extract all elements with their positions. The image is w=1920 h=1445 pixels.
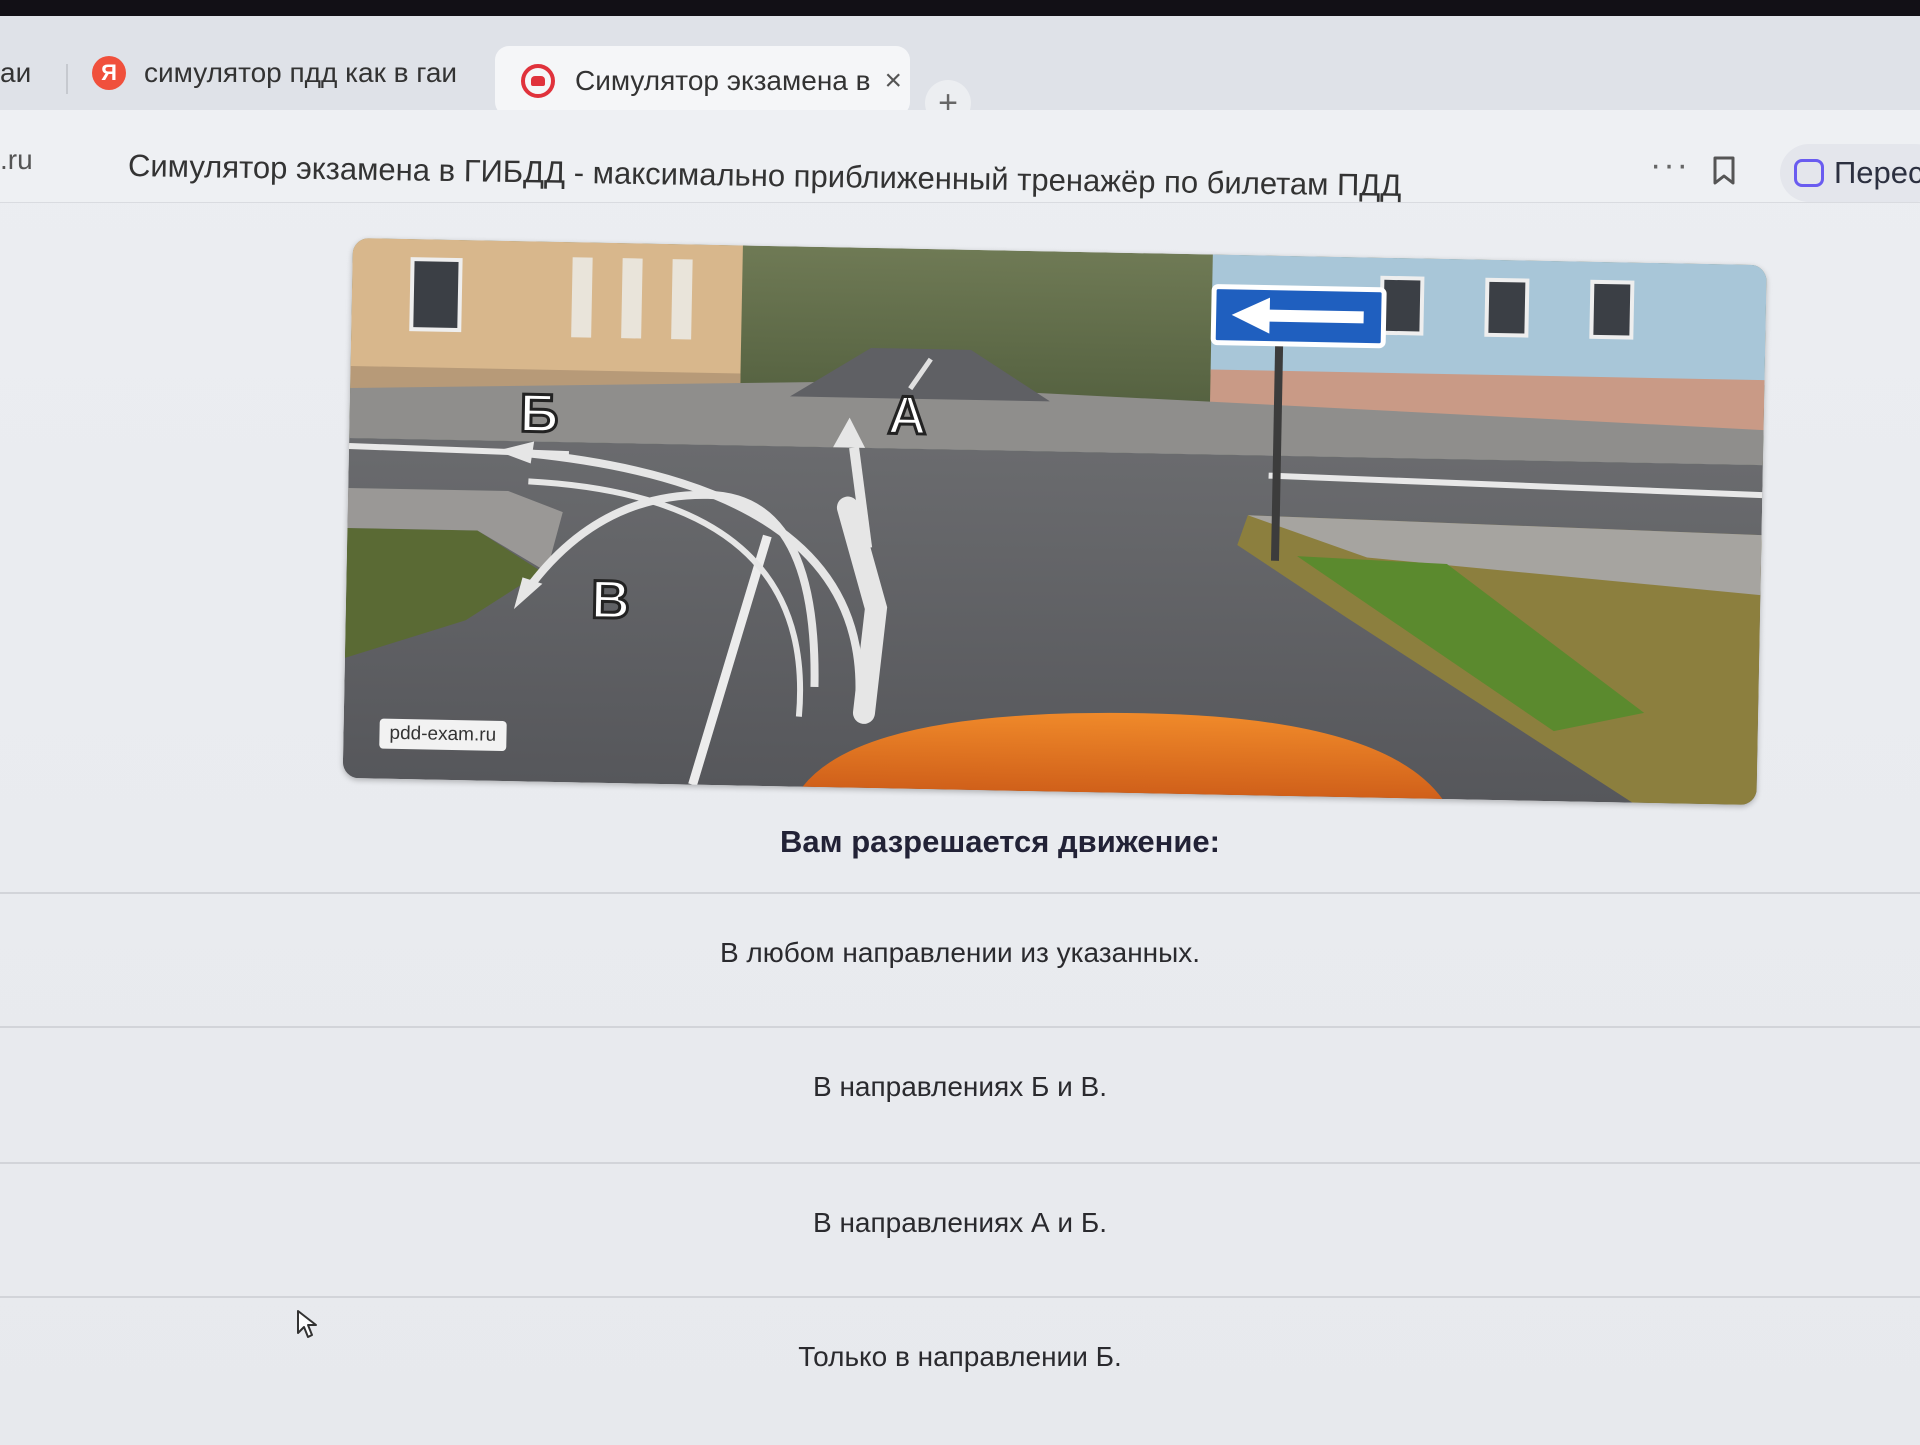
answer-text: В направлениях Б и В. <box>812 1071 1107 1102</box>
translate-label: Перес <box>1834 155 1920 190</box>
address-bar[interactable]: .ru Симулятор экзамена в ГИБДД - максима… <box>0 110 1920 203</box>
question-text: Вам разрешается движение: <box>780 824 1220 859</box>
more-icon[interactable]: ··· <box>1650 146 1690 185</box>
answer-option-4[interactable]: Только в направлении Б. <box>0 1296 1920 1416</box>
tab-active[interactable]: Симулятор экзамена в × <box>495 46 910 116</box>
question-picture: Б А В pdd-exam.ru <box>342 238 1767 806</box>
answer-text: В направлениях А и Б. <box>812 1207 1107 1238</box>
answer-option-3[interactable]: В направлениях А и Б. <box>0 1162 1920 1282</box>
translate-button[interactable]: Перес <box>1780 144 1920 202</box>
car-icon <box>521 64 555 98</box>
screen: аи Я симулятор пдд как в гаи Симулятор э… <box>0 16 1920 1445</box>
label-c: В <box>591 570 631 631</box>
label-b: Б <box>519 383 559 444</box>
tab-partial[interactable]: аи <box>0 38 31 108</box>
tab-label: аи <box>0 57 32 88</box>
label-a: А <box>887 385 927 446</box>
tab-search[interactable]: Я симулятор пдд как в гаи <box>92 38 457 108</box>
watermark: pdd-exam.ru <box>379 718 507 752</box>
close-icon[interactable]: × <box>885 64 903 98</box>
intersection-image: Б А В <box>342 238 1767 806</box>
tab-label: Симулятор экзамена в <box>575 65 871 96</box>
answer-text: В любом направлении из указанных. <box>719 937 1201 968</box>
answer-text: Только в направлении Б. <box>798 1341 1122 1372</box>
address-domain[interactable]: .ru <box>0 144 33 176</box>
bookmark-icon[interactable] <box>1712 156 1736 186</box>
yandex-icon: Я <box>92 56 126 90</box>
translate-icon <box>1794 159 1824 187</box>
tab-label: симулятор пдд как в гаи <box>144 57 458 88</box>
answer-option-1[interactable]: В любом направлении из указанных. <box>0 892 1920 1012</box>
page-title: Симулятор экзамена в ГИБДД - максимально… <box>127 148 1402 204</box>
mouse-cursor-icon <box>297 1310 317 1338</box>
tab-separator <box>66 64 68 94</box>
answer-option-2[interactable]: В направлениях Б и В. <box>0 1026 1920 1146</box>
